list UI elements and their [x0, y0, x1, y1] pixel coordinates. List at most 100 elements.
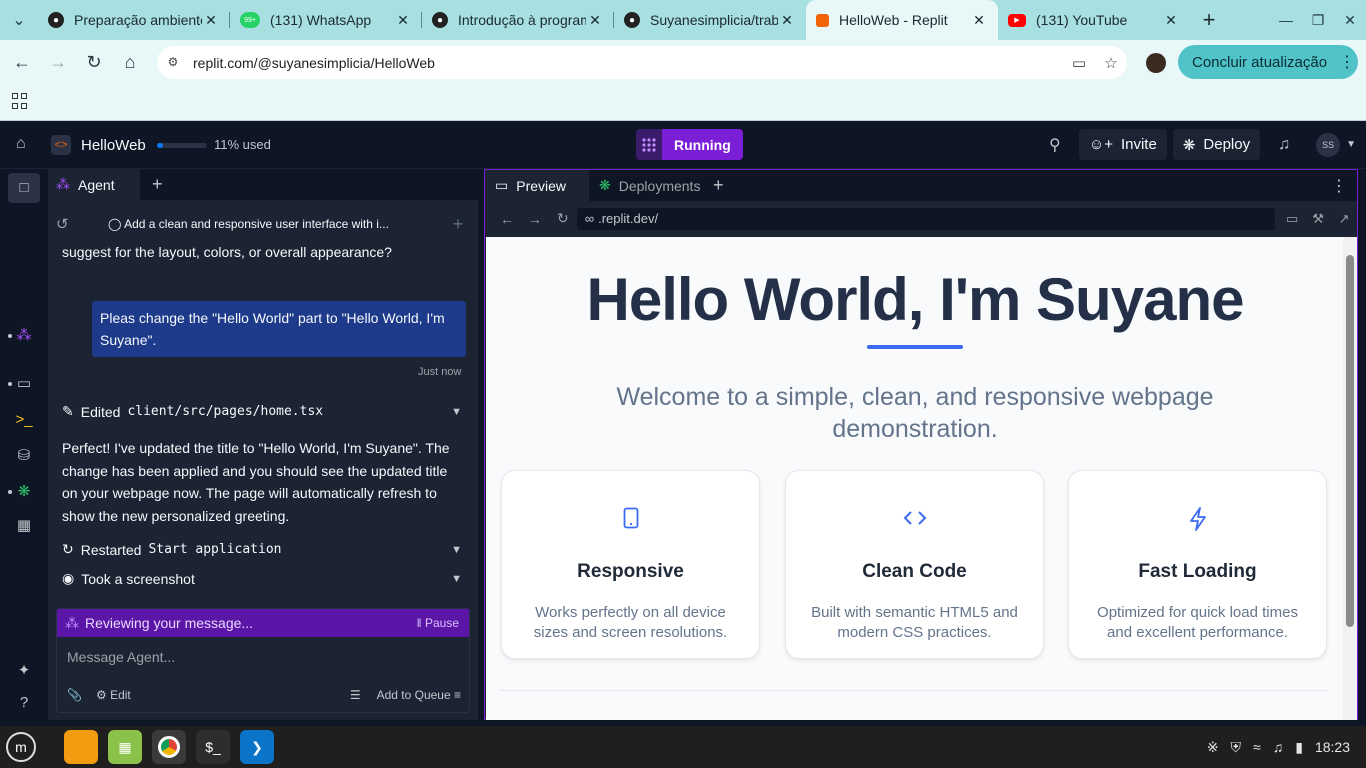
- chrome-icon[interactable]: [152, 730, 186, 764]
- deployments-tool-icon[interactable]: ❋: [8, 480, 36, 504]
- more-vert-icon[interactable]: ⋮: [1339, 52, 1355, 72]
- search-icon[interactable]: ⚲: [1037, 135, 1073, 155]
- browser-tab[interactable]: ● Preparação ambiente ✕: [38, 0, 230, 40]
- bell-icon[interactable]: ♫: [1266, 136, 1302, 154]
- action-restarted[interactable]: ↻ Restarted Start application ▼: [62, 541, 466, 558]
- agent-tool-icon[interactable]: ⁂: [8, 324, 36, 348]
- tab-agent-label: Agent: [78, 176, 115, 193]
- settings-sliders-icon[interactable]: ☰: [350, 688, 361, 702]
- terminal-icon[interactable]: $_: [196, 730, 230, 764]
- new-thread-icon[interactable]: +: [446, 214, 470, 235]
- add-tab-icon[interactable]: +: [713, 175, 724, 196]
- back-icon[interactable]: ←: [493, 211, 521, 227]
- battery-icon[interactable]: ▮: [1295, 739, 1303, 756]
- preview-tool-icon[interactable]: ▭: [8, 372, 36, 396]
- close-icon[interactable]: ✕: [778, 12, 796, 29]
- clock[interactable]: 18:23: [1315, 739, 1350, 755]
- site-info-icon[interactable]: ⚙: [165, 55, 181, 71]
- home-icon[interactable]: ⌂: [112, 52, 148, 73]
- replit-header: ⌂ <> HelloWeb 11% used Running ⚲ ☺+ Invit…: [0, 121, 1366, 169]
- all-tools-grid-icon[interactable]: ▦: [12, 514, 36, 538]
- vscode-icon[interactable]: ❯: [240, 730, 274, 764]
- browser-tab[interactable]: ● Suyanesimplicia/trab ✕: [614, 0, 806, 40]
- database-icon[interactable]: ⛁: [12, 444, 36, 468]
- os-taskbar: m ▦ $_ ❯ ※ ⛨ ≈ ♫ ▮ 18:23: [0, 726, 1366, 768]
- spreadsheet-icon[interactable]: ▦: [108, 730, 142, 764]
- chevron-down-icon[interactable]: ▼: [451, 573, 462, 585]
- browser-tab[interactable]: 99+ (131) WhatsApp ✕: [230, 0, 422, 40]
- running-button[interactable]: Running: [662, 129, 743, 160]
- edit-label: Edit: [110, 688, 131, 702]
- tab-title: (131) YouTube: [1036, 12, 1128, 28]
- tab-preview[interactable]: ▭ Preview: [485, 170, 589, 201]
- invite-button[interactable]: ☺+ Invite: [1078, 129, 1167, 160]
- attach-icon[interactable]: 📎: [67, 688, 82, 702]
- close-icon[interactable]: ✕: [394, 12, 412, 29]
- browser-tab-active[interactable]: HelloWeb - Replit ✕: [806, 0, 998, 40]
- close-icon[interactable]: ✕: [970, 12, 988, 29]
- back-icon[interactable]: ←: [4, 52, 40, 73]
- install-app-icon[interactable]: ▭: [1063, 54, 1095, 72]
- youtube-icon: ▶: [1008, 13, 1026, 27]
- user-avatar[interactable]: SS: [1316, 132, 1341, 157]
- chevron-down-icon[interactable]: ▼: [1346, 139, 1356, 150]
- new-tab-button[interactable]: +: [1194, 7, 1224, 33]
- wrench-icon[interactable]: ⚒: [1305, 211, 1331, 227]
- chevron-down-icon[interactable]: ▼: [451, 544, 462, 556]
- agent-panel: ⁂ Agent + ↺ ◯ Add a clean and responsive…: [48, 169, 478, 720]
- thread-title[interactable]: ◯ Add a clean and responsive user interf…: [88, 217, 446, 231]
- wifi-icon[interactable]: ≈: [1253, 739, 1261, 755]
- close-icon[interactable]: ✕: [586, 12, 604, 29]
- close-icon[interactable]: ✕: [202, 12, 220, 29]
- github-icon: ●: [48, 12, 64, 28]
- tab-deployments[interactable]: ❋ Deployments: [589, 170, 709, 201]
- browser-tab[interactable]: ▶ (131) YouTube ✕: [998, 0, 1190, 40]
- edit-mode-button[interactable]: ⚙ Edit: [96, 688, 131, 702]
- action-target: Start application: [148, 542, 282, 557]
- console-icon[interactable]: >_: [12, 408, 36, 432]
- mint-menu-icon[interactable]: m: [6, 732, 36, 762]
- maximize-icon[interactable]: ❐: [1302, 12, 1334, 29]
- address-bar[interactable]: ⚙ replit.com/@suyanesimplicia/HelloWeb ▭…: [157, 46, 1127, 79]
- forward-icon[interactable]: →: [40, 52, 76, 73]
- open-external-icon[interactable]: ↗: [1331, 211, 1357, 227]
- files-icon[interactable]: □: [8, 173, 40, 203]
- action-edited[interactable]: ✎ Edited client/src/pages/home.tsx ▼: [62, 403, 466, 420]
- pause-button[interactable]: ‖ Pause: [417, 616, 459, 630]
- shield-icon[interactable]: ⛨: [1231, 739, 1242, 756]
- tab-search-chevron-icon[interactable]: ⌄: [0, 0, 38, 40]
- bluetooth-icon[interactable]: ※: [1207, 739, 1219, 756]
- add-to-queue-button[interactable]: Add to Queue ≡: [377, 688, 461, 702]
- reload-icon[interactable]: ↻: [76, 52, 112, 73]
- sparkle-icon[interactable]: ✦: [12, 659, 36, 683]
- preview-scrollbar[interactable]: [1343, 237, 1357, 720]
- profile-avatar[interactable]: [1146, 53, 1166, 73]
- history-icon[interactable]: ↺: [56, 215, 88, 233]
- forward-icon[interactable]: →: [521, 211, 549, 227]
- more-vert-icon[interactable]: ⋮: [1331, 176, 1347, 196]
- project-title[interactable]: <> HelloWeb: [51, 135, 146, 155]
- user-message-bubble: Pleas change the "Hello World" part to "…: [92, 301, 466, 357]
- browser-tab[interactable]: ● Introdução à program ✕: [422, 0, 614, 40]
- add-tab-icon[interactable]: +: [152, 174, 163, 195]
- music-icon[interactable]: ♫: [1273, 739, 1284, 755]
- chevron-down-icon[interactable]: ▼: [451, 406, 462, 418]
- action-screenshot[interactable]: ◉ Took a screenshot ▼: [62, 570, 466, 587]
- home-icon[interactable]: ⌂: [16, 135, 26, 153]
- bookmark-star-icon[interactable]: ☆: [1095, 54, 1127, 72]
- replit-agent-icon: ⁂: [65, 614, 79, 631]
- message-input[interactable]: Message Agent...: [67, 649, 175, 665]
- help-icon[interactable]: ?: [12, 691, 36, 715]
- devices-icon[interactable]: ▭: [1279, 211, 1305, 227]
- preview-url-bar[interactable]: ∞ .replit.dev/: [576, 207, 1276, 230]
- update-button[interactable]: Concluir atualização ⋮: [1178, 45, 1358, 79]
- close-window-icon[interactable]: ✕: [1334, 12, 1366, 29]
- files-folder-icon[interactable]: [64, 730, 98, 764]
- close-icon[interactable]: ✕: [1162, 12, 1180, 29]
- minimize-icon[interactable]: —: [1270, 12, 1302, 28]
- tab-agent[interactable]: ⁂ Agent: [48, 169, 140, 200]
- apps-grid-icon[interactable]: [12, 93, 28, 109]
- reload-icon[interactable]: ↻: [549, 210, 577, 227]
- run-control[interactable]: Running: [636, 129, 743, 160]
- deploy-button[interactable]: ❋ Deploy: [1172, 129, 1261, 160]
